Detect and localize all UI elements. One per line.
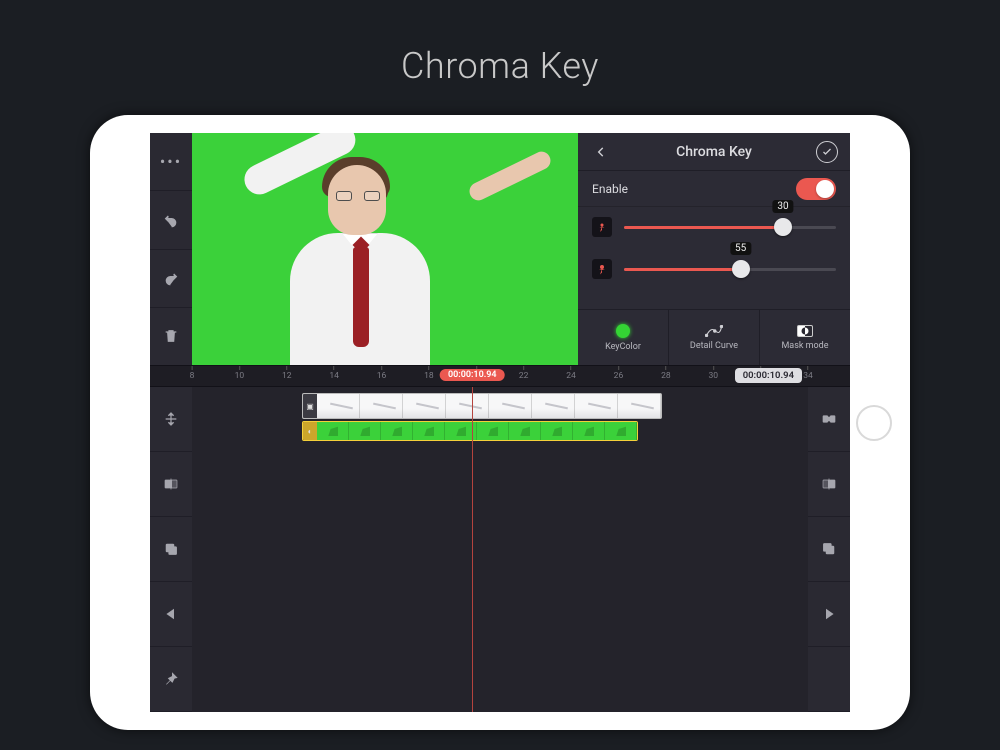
- step-forward-icon: [821, 606, 837, 622]
- curve-icon: [705, 325, 723, 337]
- pin-icon: [163, 671, 179, 687]
- ellipsis-icon: •••: [160, 152, 182, 171]
- chroma-key-panel: Chroma Key Enable 30: [578, 133, 850, 365]
- slider-1-track[interactable]: 30: [624, 226, 836, 229]
- panel-title: Chroma Key: [612, 144, 816, 160]
- delete-button[interactable]: [150, 308, 192, 365]
- split-right-icon: [821, 476, 837, 492]
- back-button[interactable]: [590, 141, 612, 163]
- ruler-tick: 22: [519, 366, 529, 381]
- preview-subject: [250, 153, 450, 365]
- track-height-button[interactable]: [150, 387, 192, 452]
- clip-overlay-greenscreen[interactable]: ◐: [302, 421, 638, 441]
- slider-1-value: 30: [772, 200, 793, 213]
- page-title: Chroma Key: [0, 45, 1000, 87]
- slider-2: 55: [592, 259, 836, 279]
- blank-button[interactable]: [808, 647, 850, 712]
- slider-1: 30: [592, 217, 836, 237]
- ruler-tick: 18: [424, 366, 434, 381]
- paste-icon: [821, 541, 837, 557]
- app-screen: •••: [150, 133, 850, 712]
- step-back-icon: [163, 606, 179, 622]
- video-preview[interactable]: [192, 133, 578, 365]
- undo-icon: [163, 212, 179, 228]
- timeline-tracks[interactable]: ▣ ◐: [192, 387, 808, 712]
- timeline-left-tools: [150, 387, 192, 712]
- slider-2-value: 55: [730, 242, 751, 255]
- ruler-tick: 26: [614, 366, 624, 381]
- slider-1-knob[interactable]: 30: [774, 218, 792, 236]
- tab-detail-curve[interactable]: Detail Curve: [669, 310, 760, 365]
- ruler-tick: 14: [329, 366, 339, 381]
- keycolor-swatch-icon: [616, 324, 630, 338]
- playhead[interactable]: [472, 387, 473, 712]
- step-back-button[interactable]: [150, 582, 192, 647]
- tab-keycolor[interactable]: KeyColor: [578, 310, 669, 365]
- snap-button[interactable]: [808, 387, 850, 452]
- home-button[interactable]: [856, 405, 892, 441]
- redo-icon: [163, 270, 179, 286]
- timeline-right-tools: [808, 387, 850, 712]
- clip-type-icon: ◐: [303, 422, 317, 440]
- confirm-button[interactable]: [816, 141, 838, 163]
- timeline: ▣ ◐: [150, 387, 850, 712]
- timeline-ruler[interactable]: 810121416182022242628303234 00:00:10.94 …: [150, 365, 850, 387]
- ruler-tick: 16: [377, 366, 387, 381]
- undo-button[interactable]: [150, 191, 192, 249]
- mask-mode-icon: [797, 325, 813, 337]
- split-left-button[interactable]: [150, 452, 192, 517]
- copy-icon: [163, 541, 179, 557]
- ruler-tick: 12: [282, 366, 292, 381]
- check-icon: [821, 146, 833, 158]
- clip-type-icon: ▣: [303, 394, 317, 418]
- pin-button[interactable]: [150, 647, 192, 712]
- step-forward-button[interactable]: [808, 582, 850, 647]
- slider-1-icon: [592, 217, 612, 237]
- split-left-icon: [163, 476, 179, 492]
- ruler-tick: 8: [190, 366, 195, 381]
- ruler-tick: 10: [235, 366, 245, 381]
- tab-mask-mode[interactable]: Mask mode: [760, 310, 850, 365]
- track-height-icon: [163, 411, 179, 427]
- trash-icon: [163, 328, 179, 344]
- slider-2-knob[interactable]: 55: [732, 260, 750, 278]
- enable-label: Enable: [592, 182, 628, 196]
- current-timecode: 00:00:10.94: [735, 368, 802, 383]
- redo-button[interactable]: [150, 250, 192, 308]
- ruler-tick: 34: [803, 366, 813, 381]
- split-right-button[interactable]: [808, 452, 850, 517]
- slider-2-icon: [592, 259, 612, 279]
- enable-toggle[interactable]: [796, 178, 836, 200]
- snap-icon: [821, 411, 837, 427]
- copy-button[interactable]: [150, 517, 192, 582]
- slider-2-track[interactable]: 55: [624, 268, 836, 271]
- more-button[interactable]: •••: [150, 133, 192, 191]
- device-frame: •••: [90, 115, 910, 730]
- chevron-left-icon: [594, 145, 608, 159]
- ruler-tick: 24: [566, 366, 576, 381]
- playhead-timecode-badge: 00:00:10.94: [440, 369, 505, 381]
- ruler-tick: 30: [708, 366, 718, 381]
- ruler-tick: 28: [661, 366, 671, 381]
- clip-main-video[interactable]: ▣: [302, 393, 662, 419]
- left-toolbar: •••: [150, 133, 192, 365]
- paste-button[interactable]: [808, 517, 850, 582]
